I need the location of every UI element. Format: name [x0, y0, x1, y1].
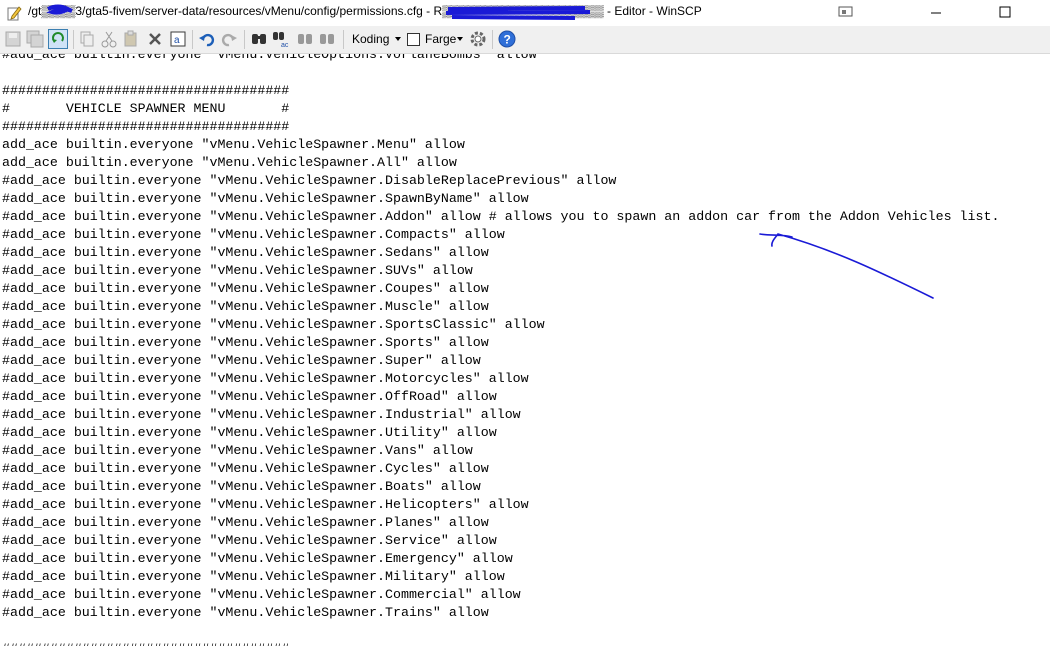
- code-line[interactable]: #add_ace builtin.everyone "vMenu.Vehicle…: [2, 190, 999, 208]
- code-line[interactable]: #add_ace builtin.everyone "vMenu.Vehicle…: [2, 172, 999, 190]
- svg-text:ac: ac: [281, 42, 289, 48]
- chevron-down-icon[interactable]: [457, 37, 463, 41]
- find-next-icon[interactable]: [296, 30, 314, 48]
- code-line[interactable]: #add_ace builtin.everyone "vMenu.Vehicle…: [2, 586, 999, 604]
- cut-icon[interactable]: [100, 30, 118, 48]
- svg-text:?: ?: [504, 33, 511, 47]
- code-lines[interactable]: #add_ace builtin.everyone "vMenu.Vehicle…: [2, 54, 999, 646]
- toolbar: a ac Koding Farge ?: [0, 26, 1050, 54]
- code-line[interactable]: #add_ace builtin.everyone "vMenu.Vehicle…: [2, 262, 999, 280]
- code-line[interactable]: #add_ace builtin.everyone "vMenu.Vehicle…: [2, 226, 999, 244]
- code-line[interactable]: #add_ace builtin.everyone "vMenu.Vehicle…: [2, 532, 999, 550]
- code-line[interactable]: add_ace builtin.everyone "vMenu.VehicleS…: [2, 154, 999, 172]
- code-line[interactable]: add_ace builtin.everyone "vMenu.VehicleS…: [2, 136, 999, 154]
- code-line[interactable]: #add_ace builtin.everyone "vMenu.Vehicle…: [2, 54, 999, 64]
- copy-icon[interactable]: [78, 30, 96, 48]
- minimize-icon[interactable]: [913, 0, 959, 26]
- code-line[interactable]: # VEHICLE SPAWNER MENU #: [2, 100, 999, 118]
- code-line[interactable]: #add_ace builtin.everyone "vMenu.Vehicle…: [2, 370, 999, 388]
- title-bar: /gt▒▒▒▒3/gta5-fivem/server-data/resource…: [0, 0, 1050, 26]
- code-line[interactable]: #add_ace builtin.everyone "vMenu.Vehicle…: [2, 280, 999, 298]
- code-line[interactable]: #add_ace builtin.everyone "vMenu.Vehicle…: [2, 514, 999, 532]
- color-menu[interactable]: Farge: [425, 32, 456, 46]
- delete-icon[interactable]: [146, 30, 164, 48]
- replace-icon[interactable]: ac: [272, 30, 290, 48]
- code-line[interactable]: #add_ace builtin.everyone "vMenu.Vehicle…: [2, 460, 999, 478]
- encoding-menu[interactable]: Koding: [352, 32, 389, 46]
- code-line[interactable]: #add_ace builtin.everyone "vMenu.Vehicle…: [2, 244, 999, 262]
- undo-icon[interactable]: [198, 30, 216, 48]
- find-prev-icon[interactable]: [318, 30, 336, 48]
- code-line[interactable]: [2, 64, 999, 82]
- code-line[interactable]: #add_ace builtin.everyone "vMenu.Vehicle…: [2, 550, 999, 568]
- code-line[interactable]: #add_ace builtin.everyone "vMenu.Vehicle…: [2, 298, 999, 316]
- code-line[interactable]: #add_ace builtin.everyone "vMenu.Vehicle…: [2, 316, 999, 334]
- code-line[interactable]: #add_ace builtin.everyone "vMenu.Vehicle…: [2, 442, 999, 460]
- select-all-icon[interactable]: a: [169, 30, 187, 48]
- code-line[interactable]: #add_ace builtin.everyone "vMenu.Vehicle…: [2, 424, 999, 442]
- save-all-icon[interactable]: [26, 30, 44, 48]
- chevron-down-icon[interactable]: [395, 37, 401, 41]
- settings-icon[interactable]: [469, 30, 487, 48]
- code-line[interactable]: ####################################: [2, 118, 999, 136]
- color-checkbox[interactable]: [407, 33, 420, 46]
- maximize-icon[interactable]: [982, 0, 1028, 26]
- code-line[interactable]: #add_ace builtin.everyone "vMenu.Vehicle…: [2, 334, 999, 352]
- code-line[interactable]: #add_ace builtin.everyone "vMenu.Vehicle…: [2, 478, 999, 496]
- svg-text:a: a: [174, 35, 180, 46]
- code-line[interactable]: [2, 622, 999, 640]
- reload-icon[interactable]: [48, 29, 68, 49]
- code-line[interactable]: #add_ace builtin.everyone "vMenu.Vehicle…: [2, 406, 999, 424]
- code-line[interactable]: #add_ace builtin.everyone "vMenu.Vehicle…: [2, 496, 999, 514]
- paste-icon[interactable]: [122, 30, 140, 48]
- redo-icon[interactable]: [220, 30, 238, 48]
- save-icon[interactable]: [4, 30, 22, 48]
- restore-icon[interactable]: [836, 3, 856, 21]
- code-line[interactable]: #add_ace builtin.everyone "vMenu.Vehicle…: [2, 208, 999, 226]
- text-editor[interactable]: #add_ace builtin.everyone "vMenu.Vehicle…: [0, 54, 1050, 646]
- code-line[interactable]: #add_ace builtin.everyone "vMenu.Vehicle…: [2, 568, 999, 586]
- code-line[interactable]: #add_ace builtin.everyone "vMenu.Vehicle…: [2, 388, 999, 406]
- find-icon[interactable]: [250, 30, 268, 48]
- redaction-scribble: [46, 4, 591, 20]
- code-line[interactable]: #add_ace builtin.everyone "vMenu.Vehicle…: [2, 604, 999, 622]
- help-icon[interactable]: ?: [498, 30, 516, 48]
- code-line[interactable]: #add_ace builtin.everyone "vMenu.Vehicle…: [2, 352, 999, 370]
- code-line[interactable]: ####################################: [2, 82, 999, 100]
- code-line[interactable]: ####################################: [2, 640, 999, 646]
